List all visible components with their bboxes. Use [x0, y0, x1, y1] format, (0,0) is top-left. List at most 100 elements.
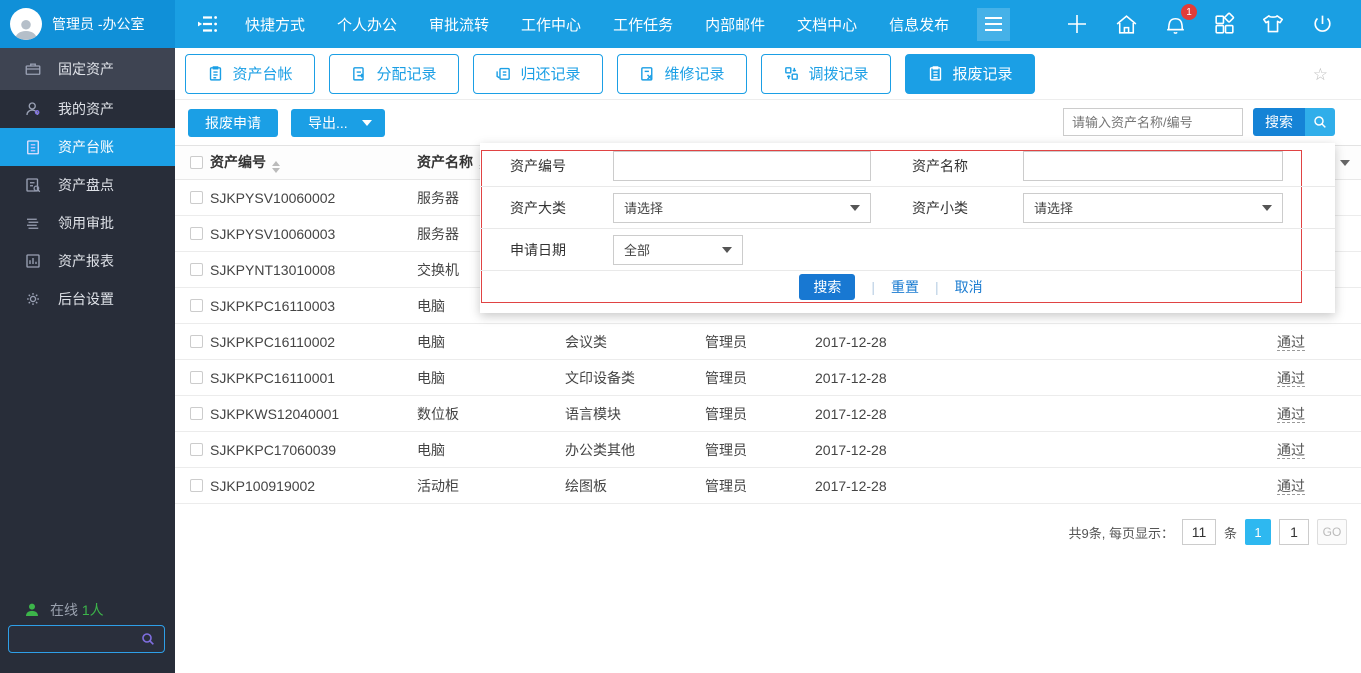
tab-allocation-records[interactable]: 分配记录: [329, 54, 459, 94]
tab-asset-ledger[interactable]: 资产台帐: [185, 54, 315, 94]
header-asset-code[interactable]: 资产编号: [210, 152, 417, 173]
row-checkbox[interactable]: [190, 263, 203, 276]
sidebar-item-approval[interactable]: 领用审批: [0, 204, 175, 242]
report-icon: [24, 252, 42, 270]
more-menu-icon[interactable]: [977, 8, 1010, 41]
sidebar-item-fixed-assets[interactable]: 固定资产: [0, 48, 175, 90]
sidebar-item-asset-inventory[interactable]: 资产盘点: [0, 166, 175, 204]
filter-actions: 搜索 | 重置 | 取消: [480, 271, 1302, 303]
table-row: SJKPKPC16110002电脑会议类管理员2017-12-28通过: [175, 324, 1361, 360]
asset-code-input[interactable]: [613, 151, 871, 181]
table-search-button[interactable]: 搜索: [1253, 108, 1335, 136]
theme-shirt-icon[interactable]: [1260, 11, 1286, 37]
select-all-checkbox[interactable]: [190, 156, 203, 169]
nav-item-shortcuts[interactable]: 快捷方式: [245, 14, 305, 35]
chevron-down-icon: [362, 120, 372, 126]
search-icon[interactable]: [140, 631, 156, 647]
sort-icon[interactable]: [272, 161, 280, 173]
apps-grid-icon[interactable]: [1211, 11, 1237, 37]
cell-asset-code: SJKPKPC17060039: [210, 442, 417, 458]
table-row: SJKPKPC17060039电脑办公类其他管理员2017-12-28通过: [175, 432, 1361, 468]
status-badge[interactable]: 通过: [1277, 406, 1305, 423]
tab-repair-records[interactable]: 维修记录: [617, 54, 747, 94]
scrap-apply-button[interactable]: 报废申请: [188, 109, 278, 137]
sidebar-item-my-assets[interactable]: 我的资产: [0, 90, 175, 128]
row-checkbox[interactable]: [190, 335, 203, 348]
favorite-star-icon[interactable]: ☆: [1313, 65, 1328, 85]
asset-name-input[interactable]: [1023, 151, 1283, 181]
table-row: SJKPKWS12040001数位板语言模块管理员2017-12-28通过: [175, 396, 1361, 432]
row-checkbox[interactable]: [190, 443, 203, 456]
sidebar-item-asset-reports[interactable]: 资产报表: [0, 242, 175, 280]
cell-category: 语言模块: [565, 404, 705, 424]
add-icon[interactable]: [1064, 11, 1090, 37]
filter-cancel-link[interactable]: 取消: [955, 277, 983, 297]
cell-status: 通过: [1277, 476, 1361, 496]
row-checkbox[interactable]: [190, 191, 203, 204]
filter-reset-link[interactable]: 重置: [891, 277, 919, 297]
top-navigation: 快捷方式 个人办公 审批流转 工作中心 工作任务 内部邮件 文档中心 信息发布: [245, 14, 949, 35]
cell-asset-code: SJKPKPC16110002: [210, 334, 417, 350]
row-checkbox[interactable]: [190, 407, 203, 420]
minor-category-select[interactable]: 请选择: [1023, 193, 1283, 223]
collapse-menu-icon[interactable]: [193, 9, 223, 39]
nav-item-workcenter[interactable]: 工作中心: [521, 14, 581, 35]
column-settings-icon[interactable]: [1340, 160, 1350, 166]
export-button[interactable]: 导出...: [291, 109, 385, 137]
sidebar-item-label: 我的资产: [58, 99, 114, 119]
notifications-icon[interactable]: 1: [1162, 11, 1188, 37]
table-search-input[interactable]: [1063, 108, 1243, 136]
return-icon: [495, 65, 512, 82]
apply-date-select[interactable]: 全部: [613, 235, 743, 265]
sidebar-search-input[interactable]: [9, 632, 140, 647]
settings-gear-icon: [24, 290, 42, 308]
row-checkbox[interactable]: [190, 227, 203, 240]
cell-asset-code: SJKPKPC16110001: [210, 370, 417, 386]
tab-label: 资产台帐: [232, 63, 292, 84]
ledger-icon: [24, 138, 42, 156]
tab-label: 归还记录: [520, 63, 580, 84]
briefcase-icon: [24, 60, 42, 78]
goto-page-input[interactable]: [1279, 519, 1309, 545]
user-area[interactable]: 管理员 -办公室: [0, 0, 175, 48]
page-size-input[interactable]: [1182, 519, 1216, 545]
filter-row-3: 申请日期 全部: [480, 229, 1335, 271]
go-button[interactable]: GO: [1317, 519, 1347, 545]
logout-power-icon[interactable]: [1309, 11, 1335, 37]
sidebar-search: [8, 625, 165, 653]
status-badge[interactable]: 通过: [1277, 334, 1305, 351]
row-checkbox[interactable]: [190, 479, 203, 492]
filter-search-button[interactable]: 搜索: [799, 274, 855, 300]
topbar: 管理员 -办公室 快捷方式 个人办公 审批流转 工作中心 工作任务 内部邮件 文…: [0, 0, 1361, 48]
cell-apply-date: 2017-12-28: [815, 442, 1277, 458]
row-checkbox[interactable]: [190, 371, 203, 384]
tab-return-records[interactable]: 归还记录: [473, 54, 603, 94]
tab-transfer-records[interactable]: 调拨记录: [761, 54, 891, 94]
topbar-icons: 1: [1064, 11, 1361, 37]
nav-item-approval[interactable]: 审批流转: [429, 14, 489, 35]
major-category-select[interactable]: 请选择: [613, 193, 871, 223]
user-icon: [24, 100, 42, 118]
nav-item-tasks[interactable]: 工作任务: [613, 14, 673, 35]
nav-item-docs[interactable]: 文档中心: [797, 14, 857, 35]
nav-item-personal[interactable]: 个人办公: [337, 14, 397, 35]
record-tabs: 资产台帐 分配记录 归还记录 维修记录 调拨记录 报废记录 ☆: [175, 48, 1361, 100]
status-badge[interactable]: 通过: [1277, 478, 1305, 495]
status-badge[interactable]: 通过: [1277, 442, 1305, 459]
row-checkbox[interactable]: [190, 299, 203, 312]
tab-scrap-records[interactable]: 报废记录: [905, 54, 1035, 94]
page-button-1[interactable]: 1: [1245, 519, 1271, 545]
transfer-icon: [783, 65, 800, 82]
separator: |: [871, 279, 875, 295]
status-badge[interactable]: 通过: [1277, 370, 1305, 387]
tab-label: 报废记录: [952, 63, 1012, 84]
cell-status: 通过: [1277, 404, 1361, 424]
select-value: 请选择: [1034, 198, 1073, 217]
sidebar-item-settings[interactable]: 后台设置: [0, 280, 175, 318]
home-icon[interactable]: [1113, 11, 1139, 37]
nav-item-mail[interactable]: 内部邮件: [705, 14, 765, 35]
nav-item-news[interactable]: 信息发布: [889, 14, 949, 35]
sidebar-item-label: 资产盘点: [58, 175, 114, 195]
sidebar-item-asset-ledger[interactable]: 资产台账: [0, 128, 175, 166]
cell-operator: 管理员: [705, 404, 815, 424]
